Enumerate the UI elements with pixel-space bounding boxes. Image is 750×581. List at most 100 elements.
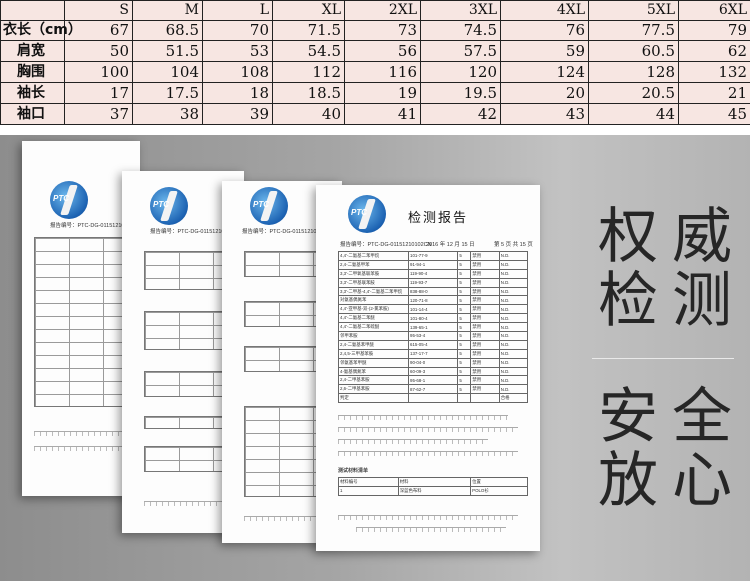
report-number-text: 报告编号：PTC-DG-01151210102CN: [340, 242, 432, 248]
size-chart-table: S M L XL 2XL 3XL 4XL 5XL 6XL 衣长（cm） 67 68.…: [0, 0, 750, 125]
report-cell: 禁用: [470, 313, 500, 324]
size-header-m: M: [132, 0, 203, 21]
size-row: 胸围 100 104 108 112 116 120 124 128 132: [0, 61, 750, 84]
report-cell: N.D.: [498, 295, 529, 306]
size-row-label: 肩宽: [0, 40, 65, 63]
size-cell: 62: [678, 40, 750, 63]
report-cell: 禁用: [470, 295, 500, 306]
size-row: 肩宽 50 51.5 53 54.5 56 57.5 59 60.5 62: [0, 40, 750, 63]
report-row: 2,4-二甲基苯胺 95-68-1 5 禁用 N.D.: [338, 375, 529, 386]
report-cell: 禁用: [470, 331, 500, 341]
report-cell: N.D.: [498, 277, 529, 288]
report-cell: N.D.: [498, 286, 529, 297]
report-row: 2,6-二甲基苯胺 87-62-7 5 禁用 N.D.: [338, 384, 529, 395]
report-row: 2,4-二氨基苯甲醚 615-05-4 5 禁用 N.D.: [338, 339, 529, 350]
azo-test-table: 4,4'-二氨基二苯甲烷 101-77-9 5 禁用 N.D. 2,4-二氨基甲苯 91-9…: [338, 251, 529, 404]
report-cell: [457, 393, 472, 404]
ptc-logo-icon: PTC: [50, 181, 88, 219]
report-title: 检测报告: [408, 211, 469, 226]
size-cell: 20.5: [588, 82, 679, 105]
report-cell: 5: [457, 366, 472, 377]
size-row-label: 袖口: [0, 103, 65, 125]
size-row-label: 胸围: [0, 61, 65, 84]
size-header-4xl: 4XL: [500, 0, 589, 21]
headline-testing: 检测: [598, 266, 746, 336]
ptc-logo-icon: PTC: [150, 187, 188, 225]
report-cell: 对氨基偶氮苯: [338, 295, 409, 306]
report-cell: 禁用: [470, 322, 500, 333]
size-header-s: S: [64, 0, 133, 21]
report-cell: 4-氨基偶氮苯: [338, 366, 409, 377]
size-cell: 39: [202, 103, 273, 125]
report-cell: N.D.: [498, 268, 529, 279]
report-cell: 2,4,5-三甲基苯胺: [338, 348, 409, 359]
size-header-6xl: 6XL: [678, 0, 750, 21]
report-row: 对氨基偶氮苯 120-71-8 5 禁用 N.D.: [338, 295, 529, 306]
size-cell: 128: [588, 61, 679, 84]
ptc-logo-icon: PTC: [348, 195, 386, 233]
report-cell: 邻氨基苯甲醚: [338, 357, 409, 368]
material-header-material: 材料: [397, 477, 472, 487]
report-cell: 禁用: [470, 357, 500, 368]
size-header-l: L: [202, 0, 273, 21]
report-cell: 5: [457, 286, 472, 297]
report-cell: 判定: [338, 393, 409, 404]
size-cell: 56: [344, 40, 421, 63]
report-cell: [407, 393, 459, 404]
report-cell: 禁用: [470, 375, 500, 386]
report-cell: 5: [457, 277, 472, 288]
size-row: 袖口 37 38 39 40 41 42 43 44 45: [0, 103, 750, 125]
report-cell: 4,4'-二氨基二苯醚: [338, 313, 409, 324]
text-line: [356, 527, 506, 532]
report-row: 3,3'-二甲基-4,4'-二氨基二苯甲烷 838-88-0 5 禁用 N.D.: [338, 286, 529, 297]
size-row: 袖长 17 17.5 18 18.5 19 19.5 20 20.5 21: [0, 82, 750, 105]
size-cell: 43: [500, 103, 589, 125]
report-cell: 5: [457, 259, 472, 270]
size-cell: 40: [272, 103, 345, 125]
report-cell: N.D.: [498, 357, 529, 368]
report-row: 邻氨基苯甲醚 90-04-0 5 禁用 N.D.: [338, 357, 529, 368]
text-line: [338, 439, 488, 444]
material-list-heading: 测试材料清单: [338, 468, 369, 474]
report-cell: 5: [457, 331, 472, 341]
material-list-table: 材料编号 材料 位置 1 深蓝色布料 POLO衫: [338, 477, 528, 496]
report-cell: 3,3'-二甲氧基联苯胺: [338, 268, 409, 279]
text-line: [338, 427, 518, 432]
report-cell: 禁用: [470, 348, 500, 359]
size-cell: 59: [500, 40, 589, 63]
text-line: [338, 451, 518, 456]
size-cell: 73: [344, 19, 421, 42]
report-cell: 禁用: [470, 366, 500, 377]
headline-divider: [592, 358, 734, 359]
report-cell: 101-77-9: [407, 251, 459, 261]
size-cell: 18: [202, 82, 273, 105]
report-cell: 禁用: [470, 384, 500, 395]
material-header-no: 材料编号: [338, 477, 399, 487]
material-cell-no: 1: [338, 485, 399, 496]
size-cell: 19: [344, 82, 421, 105]
size-cell: 124: [500, 61, 589, 84]
report-cell: 邻甲苯胺: [338, 331, 409, 341]
size-cell: 70: [202, 19, 273, 42]
size-cell: 42: [420, 103, 501, 125]
report-cell: 5: [457, 251, 472, 261]
report-cell: N.D.: [498, 251, 529, 261]
report-cell: 5: [457, 339, 472, 350]
text-line: [338, 515, 518, 520]
report-cell: N.D.: [498, 375, 529, 386]
size-cell: 76: [500, 19, 589, 42]
report-row: 4-氨基偶氮苯 60-09-3 5 禁用 N.D.: [338, 366, 529, 377]
size-cell: 74.5: [420, 19, 501, 42]
size-row: 衣长（cm） 67 68.5 70 71.5 73 74.5 76 77.5 79: [0, 19, 750, 42]
size-cell: 20: [500, 82, 589, 105]
report-cell: 60-09-3: [407, 366, 459, 377]
size-cell: 17.5: [132, 82, 203, 105]
report-cell: 95-53-4: [407, 331, 459, 341]
material-header-position: 位置: [470, 477, 528, 487]
size-header-row: S M L XL 2XL 3XL 4XL 5XL 6XL: [0, 0, 750, 21]
report-row: 邻甲苯胺 95-53-4 5 禁用 N.D.: [338, 331, 529, 341]
report-cell: 5: [457, 357, 472, 368]
report-cell: 禁用: [470, 286, 500, 297]
text-line: [338, 415, 508, 420]
size-header-3xl: 3XL: [420, 0, 501, 21]
